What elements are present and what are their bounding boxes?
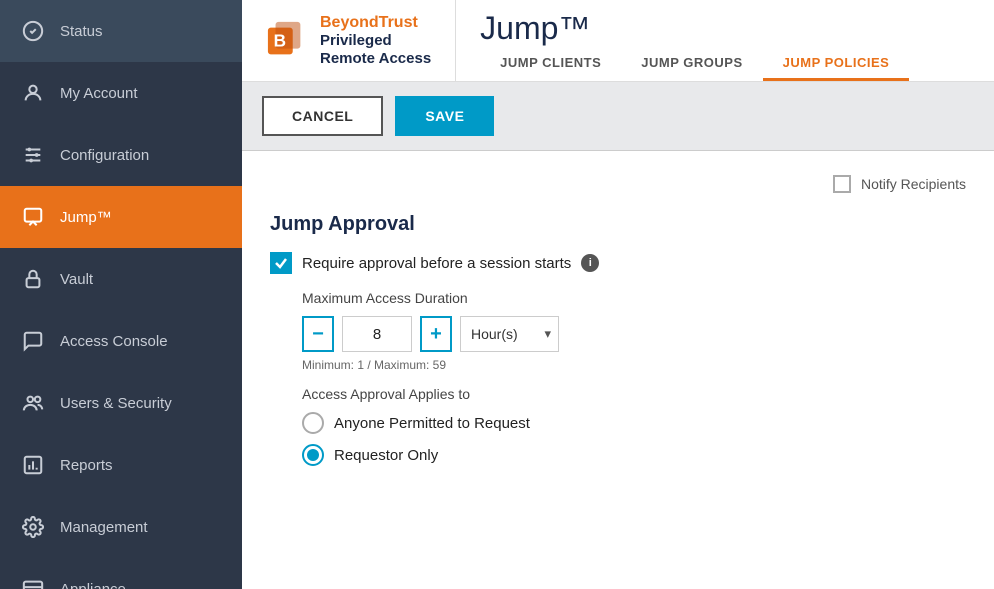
page-title: Jump™ [480,0,994,47]
stepper-decrement[interactable]: − [302,316,334,352]
radio-requestor[interactable] [302,444,324,466]
gear-icon [20,514,46,540]
notify-recipients-label: Notify Recipients [861,176,966,192]
notify-row: Notify Recipients [270,175,966,193]
radio-requestor-inner [307,449,319,461]
sidebar-item-access-console[interactable]: Access Console [0,310,242,372]
sidebar-item-jump[interactable]: Jump™ [0,186,242,248]
toolbar: CANCEL SAVE [242,82,994,151]
unit-select[interactable]: Hour(s) Minute(s) Day(s) [460,316,559,352]
stepper-row: − + Hour(s) Minute(s) Day(s) [302,316,966,352]
sidebar-item-label-reports: Reports [60,457,113,474]
applies-label: Access Approval Applies to [302,386,966,402]
logo-sub-line1: Privileged [320,32,431,50]
beyondtrust-logo: B [266,20,308,62]
sidebar-item-appliance[interactable]: Appliance [0,558,242,589]
user-icon [20,80,46,106]
radio-anyone[interactable] [302,412,324,434]
chat-icon [20,328,46,354]
radio-label-requestor: Requestor Only [334,447,438,464]
jump-approval-section: Jump Approval Require approval before a … [270,213,966,466]
radio-row-anyone: Anyone Permitted to Request [302,412,966,434]
header: B BeyondTrust Privileged Remote Access J… [242,0,994,82]
svg-text:B: B [274,30,286,50]
require-approval-checkbox[interactable] [270,252,292,274]
sidebar-item-management[interactable]: Management [0,496,242,558]
content-area: Notify Recipients Jump Approval Require … [242,151,994,589]
sidebar-item-label-jump: Jump™ [60,209,112,226]
appliance-icon [20,576,46,589]
tab-jump-clients[interactable]: JUMP CLIENTS [480,47,621,81]
sidebar-item-label-appliance: Appliance [60,581,126,589]
sidebar-item-users-security[interactable]: Users & Security [0,372,242,434]
stepper-increment[interactable]: + [420,316,452,352]
logo-area: B BeyondTrust Privileged Remote Access [242,0,456,81]
sidebar: Status My Account Configuration Jump™ Va… [0,0,242,589]
sidebar-item-label-status: Status [60,23,103,40]
info-icon[interactable]: i [581,254,599,272]
require-approval-label: Require approval before a session starts [302,255,571,272]
tab-jump-policies[interactable]: JUMP POLICIES [763,47,910,81]
title-tabs: Jump™ JUMP CLIENTS JUMP GROUPS JUMP POLI… [456,0,994,81]
group-icon [20,390,46,416]
sidebar-item-label-access-console: Access Console [60,333,168,350]
sliders-icon [20,142,46,168]
logo-text: BeyondTrust Privileged Remote Access [320,14,431,68]
sub-section: Maximum Access Duration − + Hour(s) Minu… [302,290,966,466]
reports-icon [20,452,46,478]
sidebar-item-vault[interactable]: Vault [0,248,242,310]
sidebar-item-label-vault: Vault [60,271,93,288]
notify-recipients-checkbox[interactable] [833,175,851,193]
sidebar-item-label-management: Management [60,519,148,536]
tab-jump-groups[interactable]: JUMP GROUPS [621,47,762,81]
sidebar-item-status[interactable]: Status [0,0,242,62]
logo-sub-line2: Remote Access [320,50,431,68]
sidebar-item-configuration[interactable]: Configuration [0,124,242,186]
max-duration-label: Maximum Access Duration [302,290,966,306]
jump-icon [20,204,46,230]
sidebar-item-reports[interactable]: Reports [0,434,242,496]
cancel-button[interactable]: CANCEL [262,96,383,136]
lock-icon [20,266,46,292]
tabs-bar: JUMP CLIENTS JUMP GROUPS JUMP POLICIES [480,47,994,81]
radio-row-requestor: Requestor Only [302,444,966,466]
require-approval-row: Require approval before a session starts… [270,252,966,274]
radio-label-anyone: Anyone Permitted to Request [334,415,530,432]
sidebar-item-label-configuration: Configuration [60,147,149,164]
sidebar-item-my-account[interactable]: My Account [0,62,242,124]
logo-brand: BeyondTrust [320,14,431,32]
sidebar-item-label-users-security: Users & Security [60,395,172,412]
sidebar-item-label-my-account: My Account [60,85,138,102]
check-circle-icon [20,18,46,44]
min-max-text: Minimum: 1 / Maximum: 59 [302,358,966,372]
unit-select-wrapper: Hour(s) Minute(s) Day(s) [460,316,559,352]
section-title: Jump Approval [270,213,966,236]
main-content: B BeyondTrust Privileged Remote Access J… [242,0,994,589]
save-button[interactable]: SAVE [395,96,494,136]
stepper-input[interactable] [342,316,412,352]
